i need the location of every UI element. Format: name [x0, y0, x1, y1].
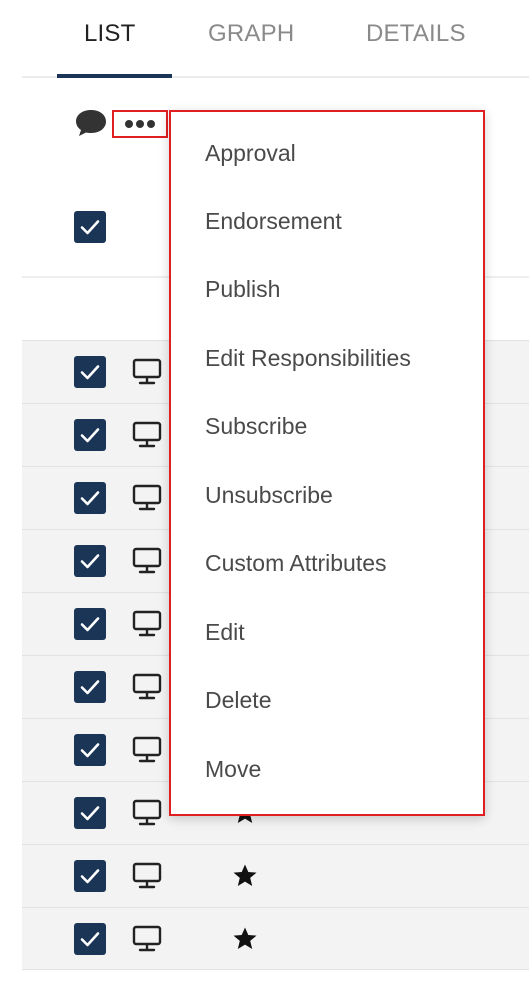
row-checkbox[interactable]: [74, 860, 106, 892]
check-icon: [80, 680, 100, 695]
row-checkbox[interactable]: [74, 608, 106, 640]
star-icon[interactable]: [232, 926, 258, 952]
check-icon: [80, 554, 100, 569]
row-checkbox[interactable]: [74, 545, 106, 577]
row-checkbox[interactable]: [74, 419, 106, 451]
check-icon: [80, 220, 100, 235]
more-horizontal-icon[interactable]: [112, 110, 168, 138]
page: LIST GRAPH DETAILS Approval Endorsement Pu…: [0, 0, 529, 1000]
tab-graph[interactable]: GRAPH: [208, 20, 294, 48]
row-checkbox[interactable]: [74, 797, 106, 829]
menu-item-endorsement[interactable]: Endorsement: [205, 208, 342, 235]
row-checkbox[interactable]: [74, 356, 106, 388]
check-icon: [80, 743, 100, 758]
menu-item-custom-attributes[interactable]: Custom Attributes: [205, 550, 387, 577]
table-row[interactable]: [22, 844, 529, 907]
menu-item-unsubscribe[interactable]: Unsubscribe: [205, 482, 333, 509]
menu-item-move[interactable]: Move: [205, 756, 261, 783]
select-all-checkbox[interactable]: [74, 211, 106, 243]
monitor-icon: [132, 862, 162, 889]
monitor-icon: [132, 421, 162, 448]
menu-item-publish[interactable]: Publish: [205, 276, 280, 303]
actions-menu: Approval Endorsement Publish Edit Responsib…: [169, 110, 485, 816]
table-row[interactable]: [22, 907, 529, 970]
monitor-icon: [132, 673, 162, 700]
star-icon[interactable]: [232, 863, 258, 889]
check-icon: [80, 932, 100, 947]
row-checkbox[interactable]: [74, 923, 106, 955]
monitor-icon: [132, 484, 162, 511]
check-icon: [80, 365, 100, 380]
check-icon: [80, 617, 100, 632]
menu-item-delete[interactable]: Delete: [205, 687, 271, 714]
row-checkbox[interactable]: [74, 671, 106, 703]
monitor-icon: [132, 358, 162, 385]
monitor-icon: [132, 610, 162, 637]
check-icon: [80, 428, 100, 443]
check-icon: [80, 491, 100, 506]
menu-item-approval[interactable]: Approval: [205, 140, 296, 167]
dot: [147, 120, 155, 128]
dot: [136, 120, 144, 128]
comment-icon[interactable]: [74, 108, 108, 138]
tab-bar: LIST GRAPH DETAILS: [0, 0, 529, 78]
monitor-icon: [132, 547, 162, 574]
tab-list[interactable]: LIST: [84, 20, 135, 48]
row-checkbox[interactable]: [74, 482, 106, 514]
menu-item-edit[interactable]: Edit: [205, 619, 245, 646]
check-icon: [80, 806, 100, 821]
monitor-icon: [132, 925, 162, 952]
menu-item-subscribe[interactable]: Subscribe: [205, 413, 307, 440]
dot: [125, 120, 133, 128]
monitor-icon: [132, 799, 162, 826]
tab-details[interactable]: DETAILS: [366, 20, 466, 48]
row-checkbox[interactable]: [74, 734, 106, 766]
menu-item-edit-responsibilities[interactable]: Edit Responsibilities: [205, 345, 411, 372]
check-icon: [80, 869, 100, 884]
monitor-icon: [132, 736, 162, 763]
